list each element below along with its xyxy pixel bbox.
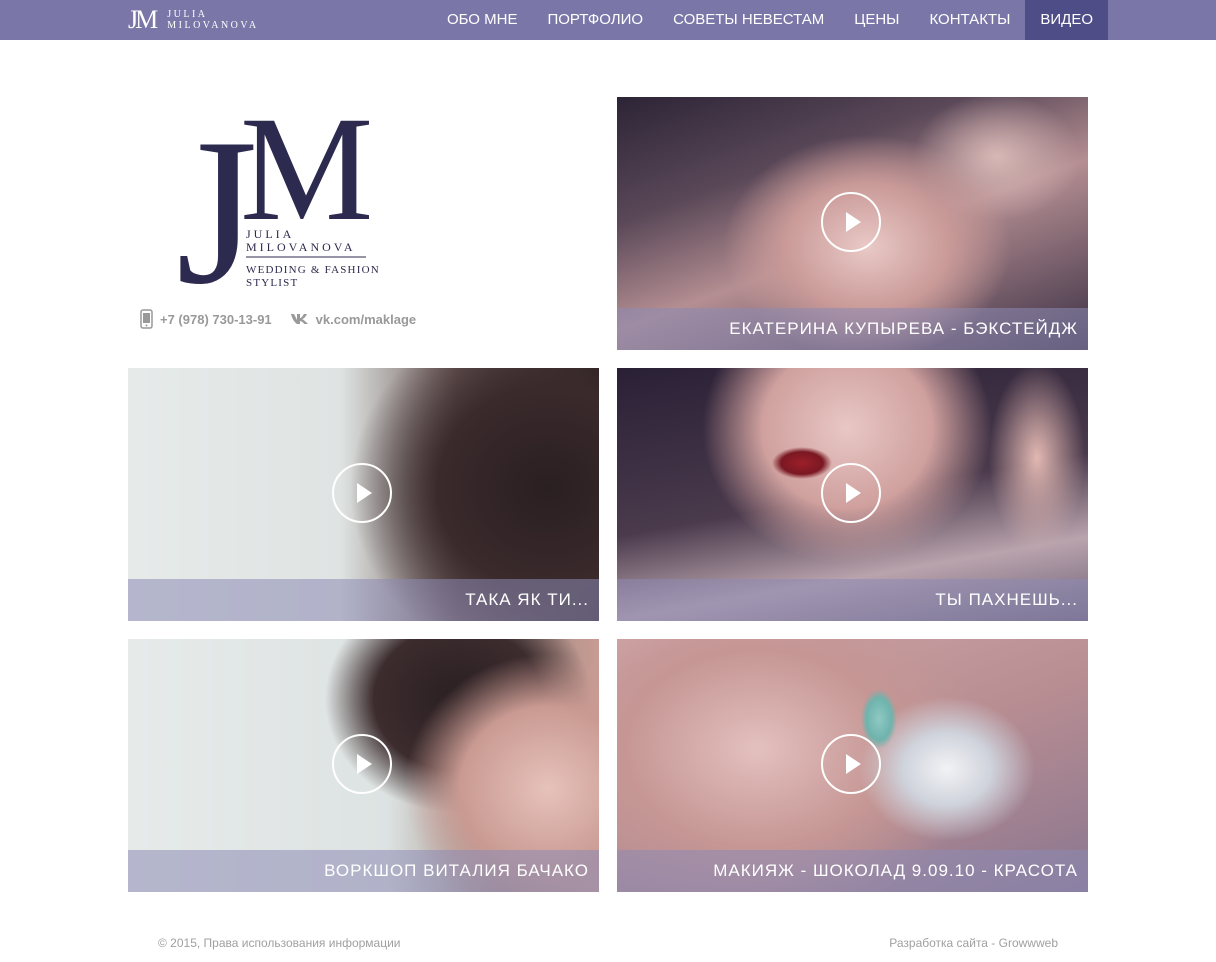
video-title: ТЫ ПАХНЕШЬ... [935,590,1078,609]
play-icon [846,483,861,503]
vk-address: vk.com/maklage [315,311,417,327]
play-button[interactable] [332,463,392,523]
logo-tagline-last: STYLIST [246,277,298,289]
nav-item-contacts[interactable]: КОНТАКТЫ [914,0,1025,40]
video-caption: ВОРКШОП ВИТАЛИЯ БАЧАКО [128,850,599,892]
contacts-line: +7 (978) 730-13-91 vk.com/maklage [140,309,416,329]
play-icon [846,212,861,232]
brand-name-first: JULIA [167,9,208,20]
play-button[interactable] [821,463,881,523]
footer-developer-link[interactable]: Разработка сайта - Growwweb [889,936,1058,950]
play-icon [846,754,861,774]
nav-item-video[interactable]: ВИДЕО [1025,0,1108,40]
nav-item-bride-tips[interactable]: СОВЕТЫ НЕВЕСТАМ [658,0,839,40]
brand-monogram: JM [128,5,158,34]
play-icon [357,483,372,503]
video-title: МАКИЯЖ - ШОКОЛАД 9.09.10 - КРАСОТА [713,861,1078,880]
video-tile[interactable]: ТАКА ЯК ТИ... [128,368,599,621]
video-tile[interactable]: МАКИЯЖ - ШОКОЛАД 9.09.10 - КРАСОТА [617,639,1088,892]
play-button[interactable] [821,734,881,794]
video-caption: ТЫ ПАХНЕШЬ... [617,579,1088,621]
play-icon [357,754,372,774]
nav-item-about[interactable]: ОБО МНЕ [432,0,533,40]
brand-logo-link[interactable]: JM JULIA MILOVANOVA [128,4,259,36]
vk-link[interactable]: vk.com/maklage [290,312,416,327]
mobile-phone-icon [140,309,153,329]
video-caption: ЕКАТЕРИНА КУПЫРЕВА - БЭКСТЕЙДЖ [617,308,1088,350]
video-title: ВОРКШОП ВИТАЛИЯ БАЧАКО [324,861,589,880]
play-button[interactable] [821,192,881,252]
logo-name-last: MILOVANOVA [246,240,356,254]
logo-name-first: JULIA [246,227,294,241]
logo-tagline-first: WEDDING & FASHION [246,264,380,276]
vk-icon [290,314,308,324]
phone-number: +7 (978) 730-13-91 [160,311,272,327]
video-caption: ТАКА ЯК ТИ... [128,579,599,621]
brand-name-last: MILOVANOVA [167,20,259,31]
video-tile[interactable]: ЕКАТЕРИНА КУПЫРЕВА - БЭКСТЕЙДЖ [617,97,1088,350]
top-nav-bar: JM JULIA MILOVANOVA ОБО МНЕ ПОРТФОЛИО СО… [0,0,1216,40]
nav-item-prices[interactable]: ЦЕНЫ [839,0,914,40]
logo-monogram-graphic: J M JULIA MILOVANOVA WEDDING & FASHION S… [176,97,380,297]
video-title: ТАКА ЯК ТИ... [465,590,589,609]
main-menu: ОБО МНЕ ПОРТФОЛИО СОВЕТЫ НЕВЕСТАМ ЦЕНЫ К… [432,0,1108,40]
video-caption: МАКИЯЖ - ШОКОЛАД 9.09.10 - КРАСОТА [617,850,1088,892]
play-button[interactable] [332,734,392,794]
video-tile[interactable]: ТЫ ПАХНЕШЬ... [617,368,1088,621]
phone-contact[interactable]: +7 (978) 730-13-91 [140,309,272,329]
video-title: ЕКАТЕРИНА КУПЫРЕВА - БЭКСТЕЙДЖ [729,319,1078,338]
brand-name: JULIA MILOVANOVA [167,9,258,31]
video-tile[interactable]: ВОРКШОП ВИТАЛИЯ БАЧАКО [128,639,599,892]
nav-item-portfolio[interactable]: ПОРТФОЛИО [532,0,658,40]
footer-copyright: © 2015, Права использования информации [158,936,401,950]
